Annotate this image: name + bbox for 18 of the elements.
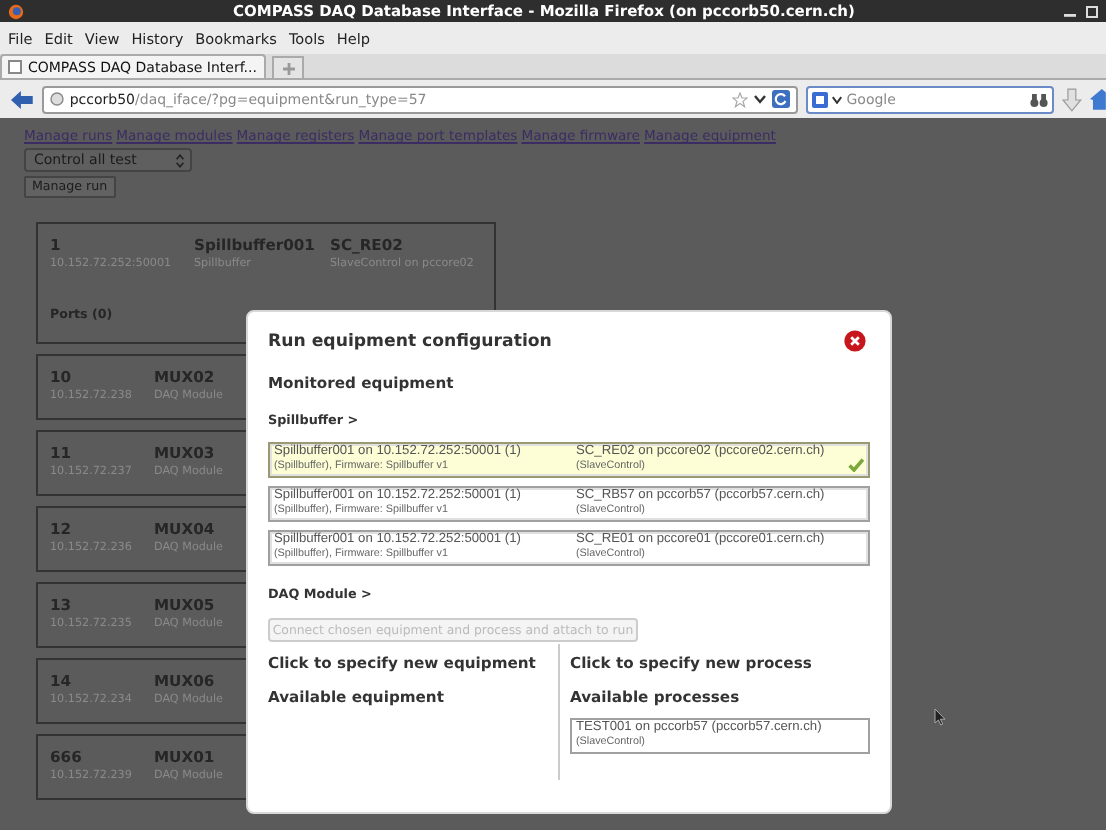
- page-icon: [8, 60, 22, 74]
- maximize-icon[interactable]: [1086, 5, 1098, 17]
- checkmark-icon: [848, 458, 864, 472]
- mouse-pointer-icon: [934, 708, 946, 726]
- home-icon[interactable]: [1090, 88, 1106, 110]
- back-arrow-icon[interactable]: [10, 89, 34, 109]
- star-icon[interactable]: [732, 91, 749, 107]
- dropdown-icon[interactable]: [754, 94, 767, 104]
- plus-icon: [281, 61, 296, 75]
- globe-icon: [49, 92, 64, 106]
- browser-logo-icon: [8, 3, 24, 19]
- caret-icon[interactable]: [832, 95, 843, 103]
- updown-caret-icon: [176, 153, 184, 167]
- dialog-title: Run equipment configuration: [268, 332, 552, 352]
- reload-icon[interactable]: [772, 90, 791, 108]
- close-icon[interactable]: [844, 330, 866, 352]
- search-engine-icon[interactable]: [812, 91, 829, 107]
- binoculars-icon[interactable]: [1030, 91, 1049, 107]
